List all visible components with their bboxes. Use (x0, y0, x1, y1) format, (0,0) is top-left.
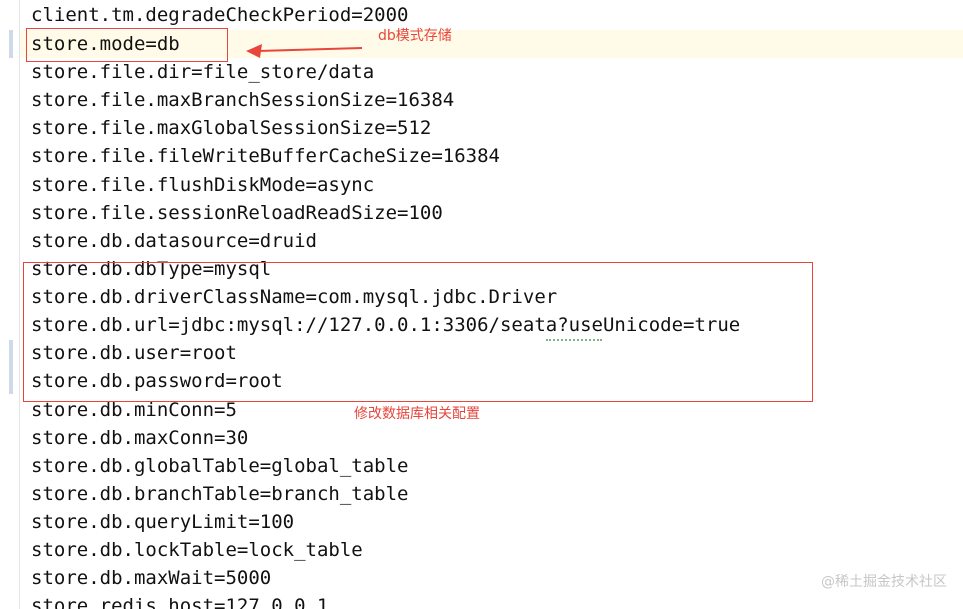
code-line[interactable]: store.db.globalTable=global_table (31, 452, 409, 480)
change-marker (9, 30, 13, 58)
watermark: @稀土掘金技术社区 (821, 574, 947, 590)
code-line[interactable]: store.file.maxGlobalSessionSize=512 (31, 114, 431, 142)
code-line[interactable]: store.db.queryLimit=100 (31, 508, 294, 536)
annotation-label-db-mode: db模式存储 (378, 28, 452, 44)
arrow-left-icon (246, 44, 363, 58)
code-line[interactable]: store.file.maxBranchSessionSize=16384 (31, 86, 454, 114)
code-editor[interactable]: client.tm.degradeCheckPeriod=2000 store.… (0, 0, 963, 609)
annotation-box-store-mode (26, 28, 228, 62)
editor-gutter (0, 0, 20, 609)
code-line[interactable]: store.file.sessionReloadReadSize=100 (31, 199, 443, 227)
annotation-label-db-config: 修改数据库相关配置 (354, 406, 480, 422)
annotation-box-db-config (23, 262, 813, 402)
code-line[interactable]: client.tm.degradeCheckPeriod=2000 (31, 1, 409, 29)
code-line[interactable]: store.db.lockTable=lock_table (31, 536, 363, 564)
code-line[interactable]: store.db.maxConn=30 (31, 424, 248, 452)
code-line[interactable]: store.file.flushDiskMode=async (31, 171, 374, 199)
code-line[interactable]: store.db.branchTable=branch_table (31, 480, 409, 508)
code-line[interactable]: store.redis.host=127.0.0.1 (31, 592, 328, 609)
code-line[interactable]: store.file.fileWriteBufferCacheSize=1638… (31, 142, 500, 170)
code-line[interactable]: store.db.maxWait=5000 (31, 564, 271, 592)
change-marker (9, 340, 13, 394)
code-line[interactable]: store.db.datasource=druid (31, 227, 317, 255)
